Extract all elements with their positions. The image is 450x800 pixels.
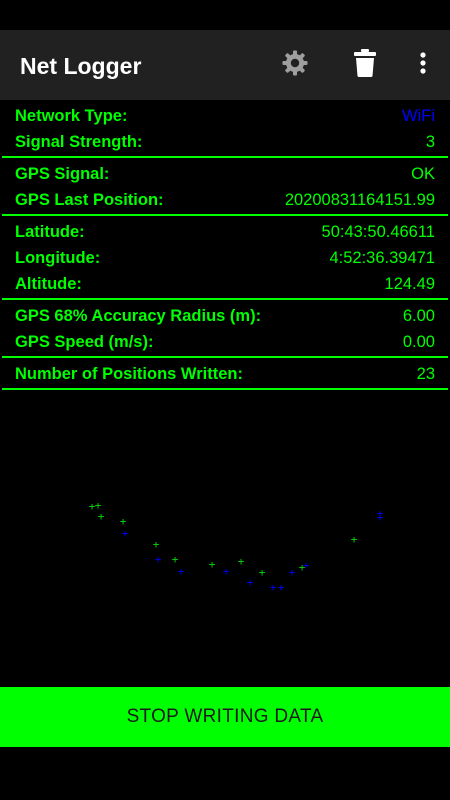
status-panel: Network Type: WiFi Signal Strength: 3 GP… xyxy=(0,100,450,390)
track-point-marker: + xyxy=(153,538,160,551)
track-point-marker: + xyxy=(270,581,277,594)
gps-speed-label: GPS Speed (m/s): xyxy=(15,332,154,351)
settings-button[interactable] xyxy=(275,45,315,85)
track-point-marker: + xyxy=(303,559,310,572)
gps-last-position-value: 20200831164151.99 xyxy=(284,190,435,209)
signal-strength-value: 3 xyxy=(425,132,435,151)
longitude-label: Longitude: xyxy=(15,248,101,267)
track-point-marker: + xyxy=(238,555,245,568)
coordinates-group: Latitude: 50:43:50.46611 Longitude: 4:52… xyxy=(2,216,448,300)
app-bar: Net Logger xyxy=(0,30,450,100)
accuracy-radius-label: GPS 68% Accuracy Radius (m): xyxy=(15,306,262,325)
network-type-label: Network Type: xyxy=(15,106,128,125)
track-point-marker: + xyxy=(351,533,358,546)
delete-button[interactable] xyxy=(345,45,385,85)
gps-last-position-label: GPS Last Position: xyxy=(15,190,164,209)
track-point-marker: + xyxy=(122,527,129,540)
more-options-button[interactable] xyxy=(403,45,443,85)
latitude-value: 50:43:50.46611 xyxy=(321,222,435,241)
gps-signal-value: OK xyxy=(411,164,435,183)
positions-written-label: Number of Positions Written: xyxy=(15,364,243,383)
accuracy-group: GPS 68% Accuracy Radius (m): 6.00 GPS Sp… xyxy=(2,300,448,358)
gps-group: GPS Signal: OK GPS Last Position: 202008… xyxy=(2,158,448,216)
app-title: Net Logger xyxy=(20,53,142,79)
longitude-row: Longitude: 4:52:36.39471 xyxy=(2,245,448,271)
track-point-marker: + xyxy=(223,565,230,578)
track-point-marker: + xyxy=(259,566,266,579)
track-point-marker: + xyxy=(247,576,254,589)
gps-signal-label: GPS Signal: xyxy=(15,164,110,183)
track-point-marker: + xyxy=(209,558,216,571)
track-point-marker: + xyxy=(178,565,185,578)
network-group: Network Type: WiFi Signal Strength: 3 xyxy=(2,100,448,158)
positions-group: Number of Positions Written: 23 xyxy=(2,358,448,390)
altitude-row: Altitude: 124.49 xyxy=(2,271,448,297)
positions-written-row: Number of Positions Written: 23 xyxy=(2,361,448,387)
accuracy-radius-row: GPS 68% Accuracy Radius (m): 6.00 xyxy=(2,303,448,329)
status-bar xyxy=(0,0,450,30)
track-point-marker: + xyxy=(278,581,285,594)
trash-icon xyxy=(352,48,378,83)
altitude-label: Altitude: xyxy=(15,274,82,293)
altitude-value: 124.49 xyxy=(384,274,435,293)
gps-signal-row: GPS Signal: OK xyxy=(2,161,448,187)
track-point-marker: + xyxy=(155,553,162,566)
signal-strength-label: Signal Strength: xyxy=(15,132,143,151)
longitude-value: 4:52:36.39471 xyxy=(329,248,435,267)
gps-speed-row: GPS Speed (m/s): 0.00 xyxy=(2,329,448,355)
track-plot-canvas: + ++ ++++ ++++++++ ++ +++++ xyxy=(89,499,384,594)
track-plot: + + + + + + + + + + + + + + + + + + + + + + xyxy=(0,400,450,685)
gps-last-position-row: GPS Last Position: 20200831164151.99 xyxy=(2,187,448,213)
more-vertical-icon xyxy=(419,51,427,80)
network-type-row: Network Type: WiFi xyxy=(2,103,448,129)
gear-icon xyxy=(281,49,309,82)
gps-speed-value: 0.00 xyxy=(402,332,435,351)
network-type-value: WiFi xyxy=(402,106,435,125)
signal-strength-row: Signal Strength: 3 xyxy=(2,129,448,155)
latitude-row: Latitude: 50:43:50.46611 xyxy=(2,219,448,245)
track-point-marker: + xyxy=(98,510,105,523)
track-point-marker: + xyxy=(377,511,384,524)
accuracy-radius-value: 6.00 xyxy=(402,306,435,325)
stop-writing-button[interactable]: STOP WRITING DATA xyxy=(0,687,450,747)
positions-written-value: 23 xyxy=(416,364,435,383)
latitude-label: Latitude: xyxy=(15,222,85,241)
track-point-marker: + xyxy=(289,566,296,579)
